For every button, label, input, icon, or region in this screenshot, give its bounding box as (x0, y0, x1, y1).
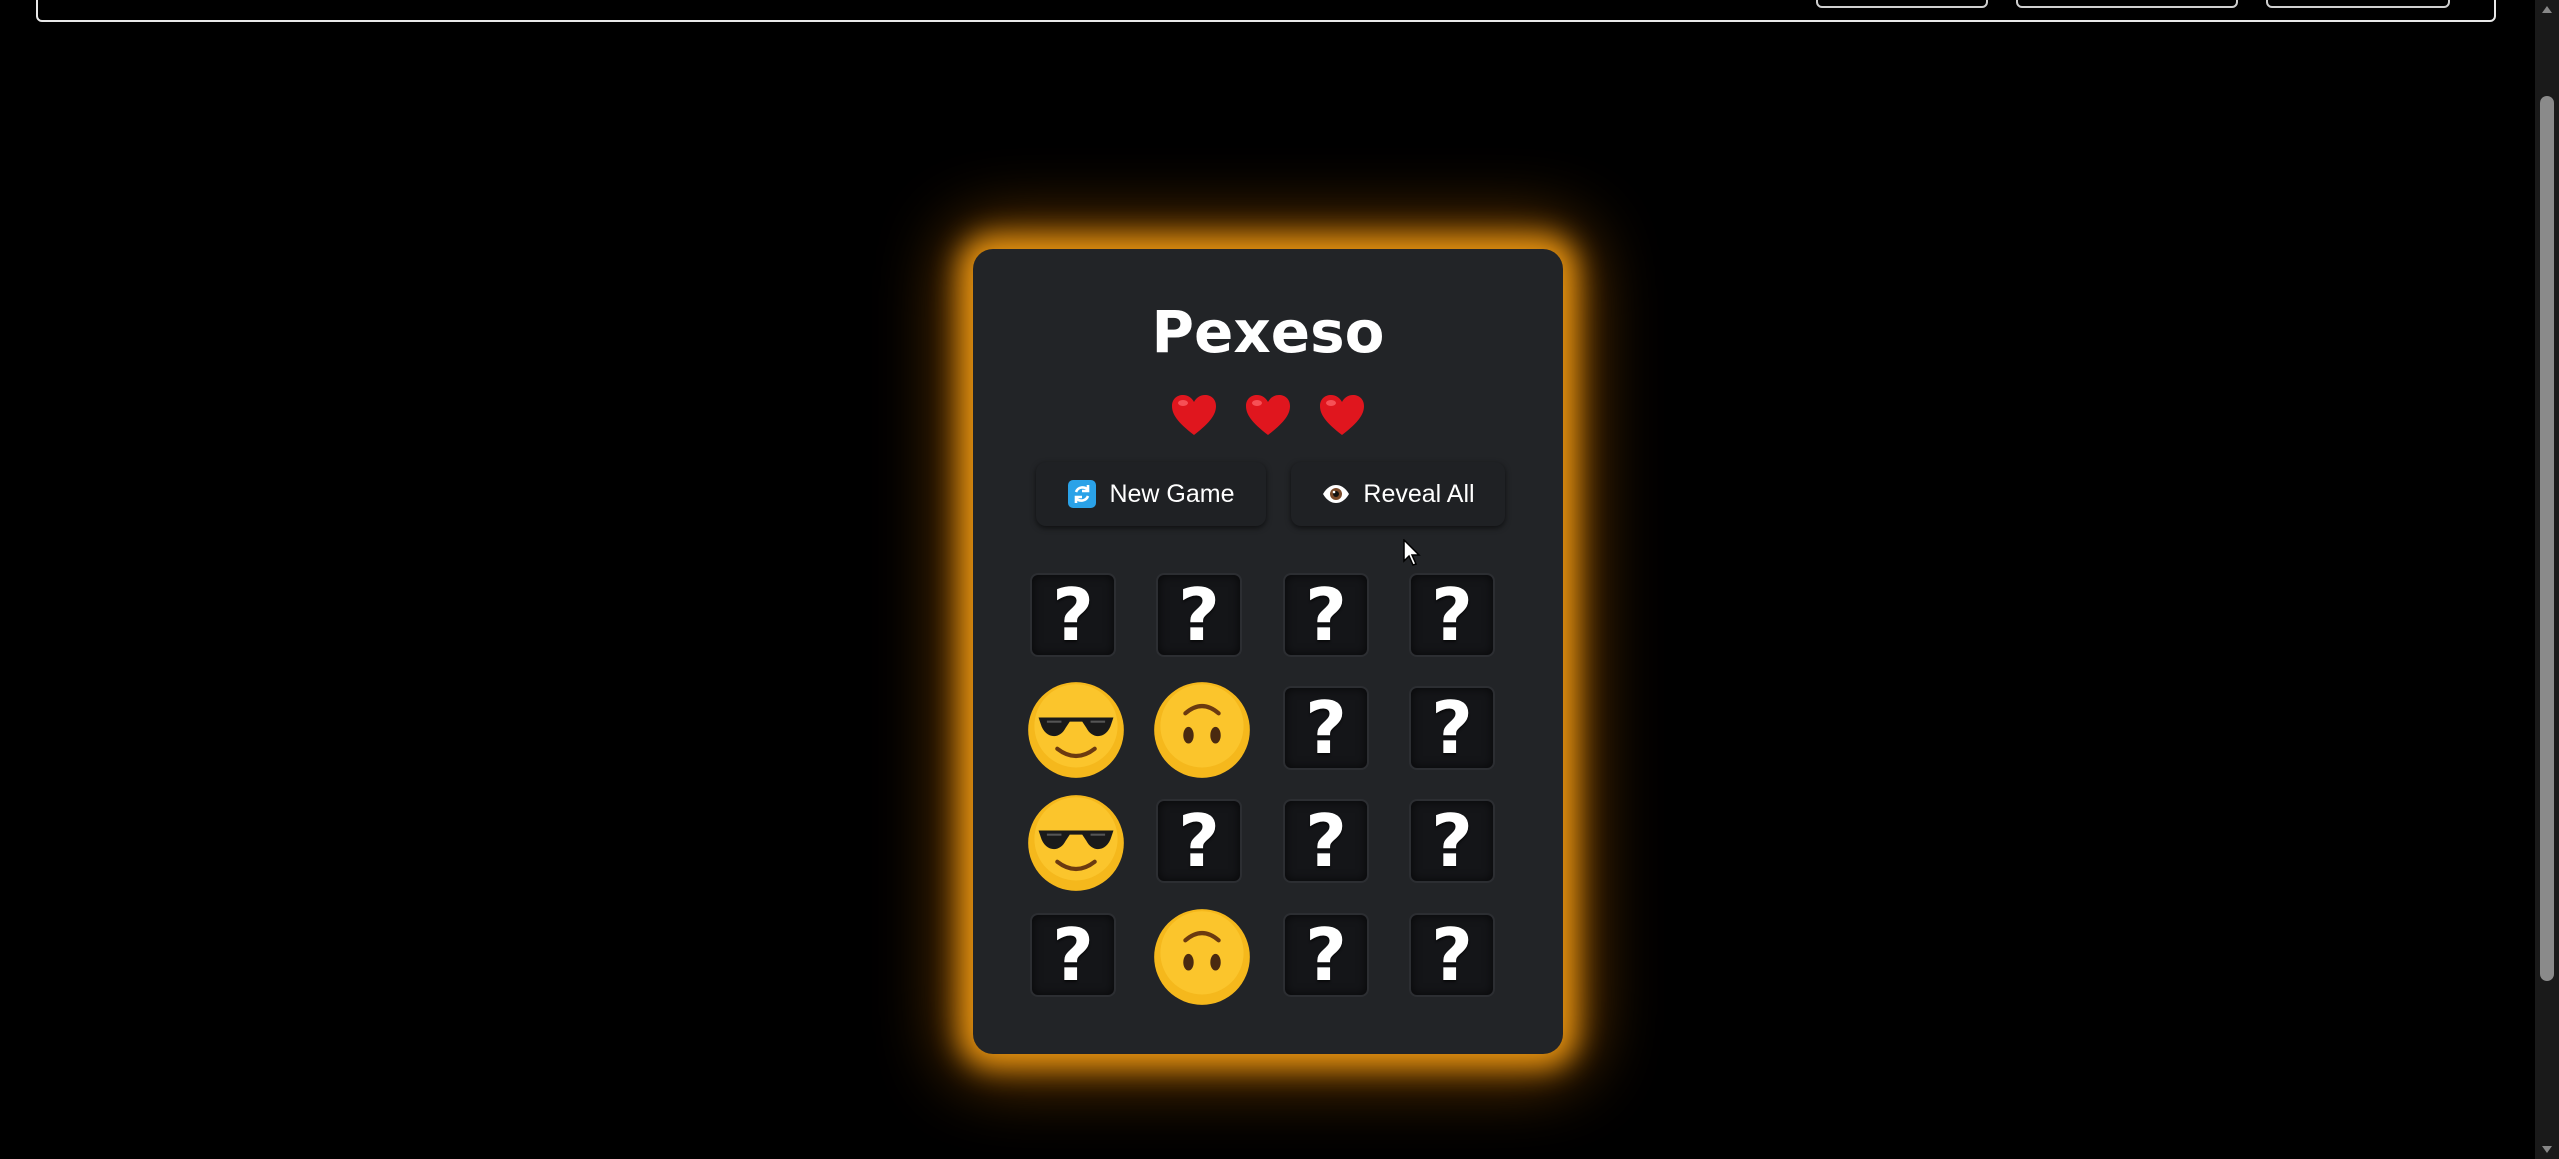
header-button-2[interactable] (2016, 0, 2238, 8)
hidden-card-tile[interactable]: ? (1279, 684, 1373, 772)
upside-down-face-icon (1154, 909, 1250, 1005)
question-mark-icon: ? (1178, 573, 1220, 657)
question-mark-icon: ? (1305, 799, 1347, 883)
hidden-card-tile[interactable]: ? (1279, 797, 1373, 885)
hidden-card-tile[interactable]: ? (1279, 911, 1373, 999)
question-mark-icon: ? (1178, 799, 1220, 883)
lives-display (973, 391, 1563, 441)
hidden-card-tile[interactable]: ? (1405, 571, 1499, 659)
question-mark-icon: ? (1052, 573, 1094, 657)
hidden-card-tile[interactable]: ? (1152, 571, 1246, 659)
hidden-card-tile[interactable]: ? (1026, 571, 1120, 659)
new-game-button[interactable]: New Game (1036, 462, 1266, 526)
revealed-card-tile[interactable] (1152, 909, 1250, 1005)
revealed-card-tile[interactable] (1152, 682, 1250, 778)
header-button-1[interactable] (1816, 0, 1988, 8)
hidden-card-tile[interactable]: ? (1152, 797, 1246, 885)
scroll-up-arrow-icon[interactable] (2542, 6, 2552, 13)
revealed-card-tile[interactable] (1026, 682, 1124, 778)
question-mark-icon: ? (1431, 686, 1473, 770)
header-button-3[interactable] (2266, 0, 2450, 8)
game-card: Pexeso New Game Reveal All ? ? ? ? ? ? ?… (973, 249, 1563, 1054)
scroll-down-arrow-icon[interactable] (2542, 1146, 2552, 1153)
hidden-card-tile[interactable]: ? (1405, 911, 1499, 999)
refresh-icon (1067, 479, 1097, 509)
upside-down-face-icon (1154, 682, 1250, 778)
question-mark-icon: ? (1052, 913, 1094, 997)
smiling-face-with-sunglasses-icon (1028, 795, 1124, 891)
hidden-card-tile[interactable]: ? (1405, 684, 1499, 772)
heart-icon (1243, 391, 1293, 441)
question-mark-icon: ? (1305, 573, 1347, 657)
hidden-card-tile[interactable]: ? (1026, 911, 1120, 999)
heart-icon (1169, 391, 1219, 441)
smiling-face-with-sunglasses-icon (1028, 682, 1124, 778)
question-mark-icon: ? (1305, 686, 1347, 770)
scrollbar-thumb[interactable] (2540, 96, 2554, 981)
revealed-card-tile[interactable] (1026, 795, 1124, 891)
hidden-card-tile[interactable]: ? (1405, 797, 1499, 885)
viewport: Pexeso New Game Reveal All ? ? ? ? ? ? ?… (0, 0, 2559, 1159)
game-title: Pexeso (1151, 298, 1385, 366)
question-mark-icon: ? (1305, 913, 1347, 997)
mouse-cursor-icon (1403, 538, 1423, 567)
hidden-card-tile[interactable]: ? (1279, 571, 1373, 659)
heart-icon (1317, 391, 1367, 441)
reveal-all-button[interactable]: Reveal All (1291, 462, 1505, 526)
eye-icon (1321, 479, 1351, 509)
question-mark-icon: ? (1431, 573, 1473, 657)
question-mark-icon: ? (1431, 799, 1473, 883)
game-controls: New Game Reveal All (1036, 462, 1506, 526)
page-scrollbar[interactable] (2535, 0, 2559, 1159)
new-game-label: New Game (1109, 479, 1235, 508)
reveal-all-label: Reveal All (1363, 479, 1475, 508)
game-board: ???????????? (1026, 571, 1516, 1031)
question-mark-icon: ? (1431, 913, 1473, 997)
